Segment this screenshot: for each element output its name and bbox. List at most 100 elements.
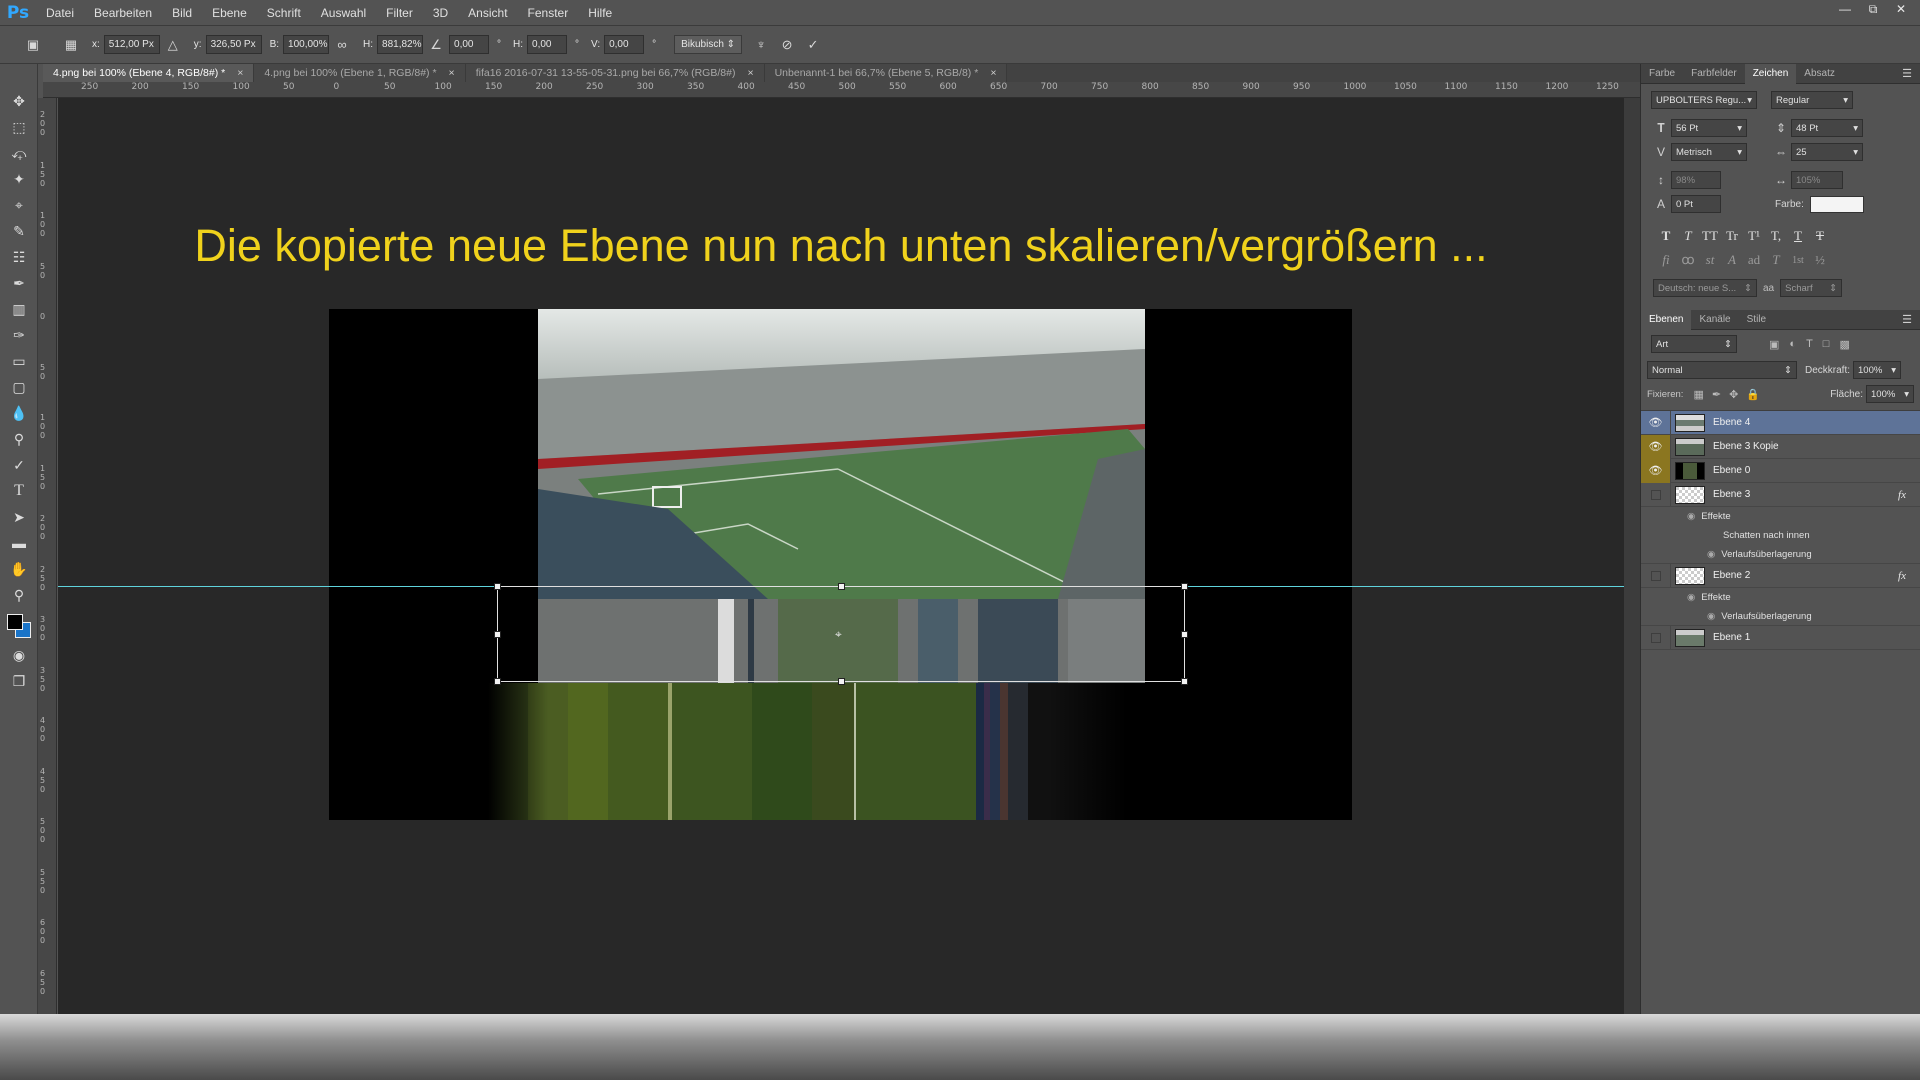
x-position-field[interactable]: 512,00 Px	[103, 35, 160, 54]
layer-filter-select[interactable]: Art ⇕	[1651, 335, 1737, 353]
layer-row-ebene-1[interactable]: Ebene 1	[1641, 625, 1920, 650]
filter-type-icon[interactable]: T	[1806, 338, 1813, 350]
path-selection-tool-icon[interactable]: ➤	[0, 504, 38, 530]
lock-position-icon[interactable]: ✥	[1729, 388, 1738, 401]
transform-handle-top-right[interactable]	[1181, 583, 1188, 590]
eraser-tool-icon[interactable]: ▭	[0, 348, 38, 374]
interpolation-select[interactable]: Bikubisch ⇕	[674, 35, 743, 54]
menu-schrift[interactable]: Schrift	[257, 0, 311, 26]
visibility-toggle[interactable]: 👁	[1641, 458, 1671, 483]
faux-bold-button[interactable]: T	[1655, 228, 1677, 244]
leading-field[interactable]: 48 Pt ▾	[1791, 119, 1863, 137]
menu-ebene[interactable]: Ebene	[202, 0, 257, 26]
minimize-icon[interactable]: —	[1832, 0, 1858, 18]
close-icon[interactable]: ✕	[1888, 0, 1914, 18]
stamp-tool-icon[interactable]: ▥	[0, 296, 38, 322]
subscript-button[interactable]: T,	[1765, 228, 1787, 244]
menu-ansicht[interactable]: Ansicht	[458, 0, 517, 26]
panel-menu-icon[interactable]: ☰	[1902, 313, 1912, 326]
font-size-field[interactable]: 56 Pt ▾	[1671, 119, 1747, 137]
canvas-vertical-scrollbar[interactable]	[1624, 98, 1640, 1014]
superscript-button[interactable]: T¹	[1743, 228, 1765, 244]
lock-all-icon[interactable]: 🔒	[1746, 388, 1760, 401]
cancel-transform-icon[interactable]: ⊘	[776, 34, 798, 56]
marquee-tool-icon[interactable]: ⬚	[0, 114, 38, 140]
tab-farbe[interactable]: Farbe	[1641, 64, 1683, 84]
visibility-toggle[interactable]	[1641, 625, 1671, 650]
effect-eye-icon[interactable]: ◉	[1687, 592, 1695, 603]
close-tab-icon[interactable]: ×	[747, 67, 753, 79]
faux-italic-button[interactable]: T	[1677, 228, 1699, 244]
tab-document-2[interactable]: 4.png bei 100% (Ebene 1, RGB/8#) * ×	[254, 64, 466, 82]
kerning-field[interactable]: Metrisch ▾	[1671, 143, 1747, 161]
opacity-field[interactable]: 100% ▾	[1853, 361, 1902, 379]
commit-transform-icon[interactable]: ✓	[802, 34, 824, 56]
tab-stile[interactable]: Stile	[1739, 310, 1774, 330]
visibility-toggle[interactable]: 👁	[1641, 410, 1671, 435]
ornaments-button[interactable]: T	[1765, 252, 1787, 268]
free-transform-bounding-box[interactable]: ⌖	[494, 583, 1188, 685]
gradient-tool-icon[interactable]: ▢	[0, 374, 38, 400]
blend-mode-select[interactable]: Normal ⇕	[1647, 361, 1797, 379]
font-family-select[interactable]: UPBOLTERS Regu... ▾	[1651, 91, 1757, 109]
all-caps-button[interactable]: TT	[1699, 228, 1721, 244]
transform-handle-bottom-center[interactable]	[838, 678, 845, 685]
transform-handle-bottom-right[interactable]	[1181, 678, 1188, 685]
effects-group[interactable]: ◉ Effekte	[1641, 588, 1920, 607]
fractions-button[interactable]: ½	[1809, 252, 1831, 268]
effect-item[interactable]: Schatten nach innen	[1641, 526, 1920, 545]
lasso-tool-icon[interactable]: ⤽	[0, 140, 38, 166]
transform-handle-top-left[interactable]	[494, 583, 501, 590]
menu-auswahl[interactable]: Auswahl	[311, 0, 376, 26]
fill-field[interactable]: 100% ▾	[1866, 385, 1914, 403]
effect-eye-icon[interactable]: ◉	[1687, 511, 1695, 522]
transform-handle-middle-left[interactable]	[494, 631, 501, 638]
vskew-field[interactable]: 0,00	[604, 35, 645, 54]
baseline-shift-field[interactable]: 0 Pt	[1671, 195, 1721, 213]
tracking-field[interactable]: 25 ▾	[1791, 143, 1863, 161]
width-percent-field[interactable]: 100,00%	[283, 35, 330, 54]
effect-item[interactable]: ◉ Verlaufsüberlagerung	[1641, 545, 1920, 564]
shape-tool-icon[interactable]: ▬	[0, 530, 38, 556]
effect-item[interactable]: ◉ Verlaufsüberlagerung	[1641, 607, 1920, 626]
history-brush-tool-icon[interactable]: ✑	[0, 322, 38, 348]
dodge-tool-icon[interactable]: ⚲	[0, 426, 38, 452]
discretionary-ligature-button[interactable]: ꝏ	[1677, 252, 1699, 268]
tab-zeichen[interactable]: Zeichen	[1744, 63, 1797, 84]
menu-filter[interactable]: Filter	[376, 0, 423, 26]
crop-tool-icon[interactable]: ⌖	[0, 192, 38, 218]
tab-document-3[interactable]: fifa16 2016-07-31 13-55-05-31.png bei 66…	[465, 64, 765, 82]
document-canvas[interactable]: Die kopierte neue Ebene nun nach unten s…	[58, 98, 1624, 1014]
ordinals-button[interactable]: 1st	[1787, 255, 1809, 266]
layer-row-ebene-4[interactable]: 👁 Ebene 4	[1641, 410, 1920, 435]
tab-ebenen[interactable]: Ebenen	[1641, 309, 1692, 330]
menu-3d[interactable]: 3D	[423, 0, 458, 26]
font-style-select[interactable]: Regular ▾	[1771, 91, 1853, 109]
transform-tool-icon[interactable]: ▣	[22, 34, 44, 56]
layer-row-ebene-0[interactable]: 👁 Ebene 0	[1641, 458, 1920, 483]
link-icon[interactable]: ∞	[331, 34, 353, 56]
y-position-field[interactable]: 326,50 Px	[205, 35, 262, 54]
strikethrough-button[interactable]: T	[1809, 228, 1831, 244]
tab-absatz[interactable]: Absatz	[1796, 64, 1843, 84]
menu-hilfe[interactable]: Hilfe	[578, 0, 622, 26]
ligature-button[interactable]: fi	[1655, 252, 1677, 268]
blur-tool-icon[interactable]: 💧	[0, 400, 38, 426]
fx-icon[interactable]: fx	[1898, 489, 1906, 501]
menu-bild[interactable]: Bild	[162, 0, 202, 26]
layer-row-ebene-3-kopie[interactable]: 👁 Ebene 3 Kopie	[1641, 434, 1920, 459]
filter-adjustment-icon[interactable]: ◐	[1789, 338, 1796, 350]
brush-tool-icon[interactable]: ✒	[0, 270, 38, 296]
menu-bearbeiten[interactable]: Bearbeiten	[84, 0, 162, 26]
visibility-toggle[interactable]: 👁	[1641, 434, 1671, 459]
language-select[interactable]: Deutsch: neue S... ⇕	[1653, 279, 1757, 297]
antialias-select[interactable]: Scharf ⇕	[1780, 279, 1843, 297]
tab-document-1[interactable]: 4.png bei 100% (Ebene 4, RGB/8#) * ×	[43, 64, 255, 82]
fx-icon[interactable]: fx	[1898, 570, 1906, 582]
close-tab-icon[interactable]: ×	[237, 67, 243, 79]
warp-icon[interactable]: ♆	[750, 34, 772, 56]
stylistic-alternates-button[interactable]: A	[1721, 252, 1743, 268]
effect-eye-icon[interactable]: ◉	[1707, 611, 1715, 622]
horizontal-scale-field[interactable]: 105%	[1791, 171, 1843, 189]
transform-reference-point-icon[interactable]: ⌖	[835, 627, 842, 642]
